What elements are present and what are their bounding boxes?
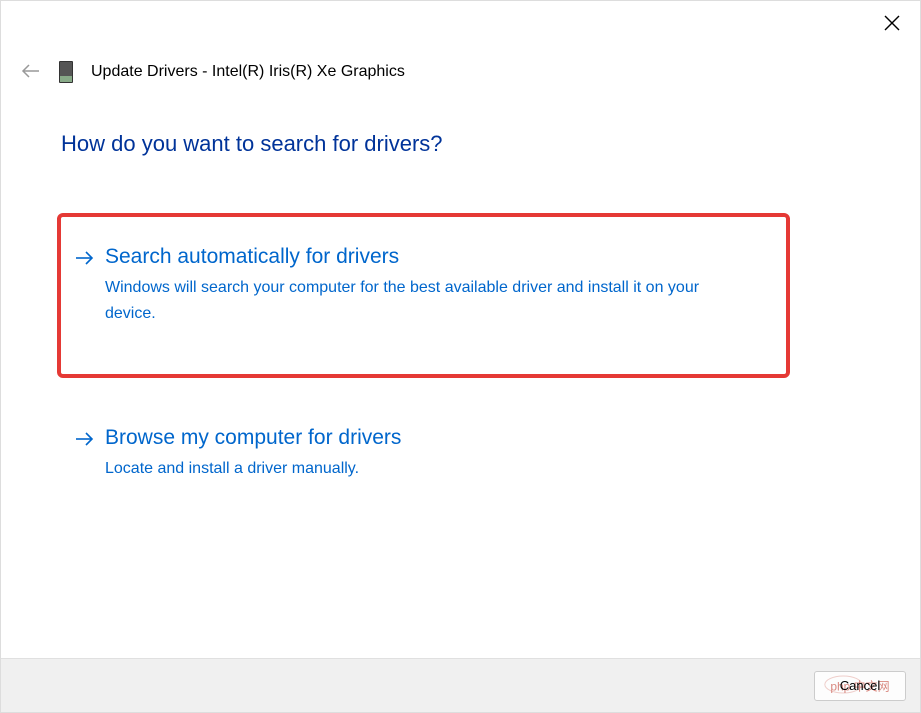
wizard-question: How do you want to search for drivers? [61,131,860,157]
cancel-button[interactable]: php 中文网 Cancel [814,671,906,701]
close-button[interactable] [884,15,900,36]
option-title: Search automatically for drivers [105,245,766,269]
close-icon [884,15,900,31]
back-arrow-icon [21,62,41,83]
arrow-right-icon [75,430,95,451]
wizard-footer: php 中文网 Cancel [1,658,920,712]
wizard-header: Update Drivers - Intel(R) Iris(R) Xe Gra… [21,61,405,83]
wizard-content: How do you want to search for drivers? S… [61,131,860,538]
option-description: Locate and install a driver manually. [105,456,745,482]
wizard-title: Update Drivers - Intel(R) Iris(R) Xe Gra… [91,63,405,81]
option-title: Browse my computer for drivers [105,426,840,450]
cancel-label: Cancel [840,678,880,693]
option-search-automatically[interactable]: Search automatically for drivers Windows… [57,213,790,378]
option-description: Windows will search your computer for th… [105,275,745,326]
arrow-right-icon [75,249,95,270]
option-browse-computer[interactable]: Browse my computer for drivers Locate an… [61,408,860,508]
device-icon [59,61,73,83]
